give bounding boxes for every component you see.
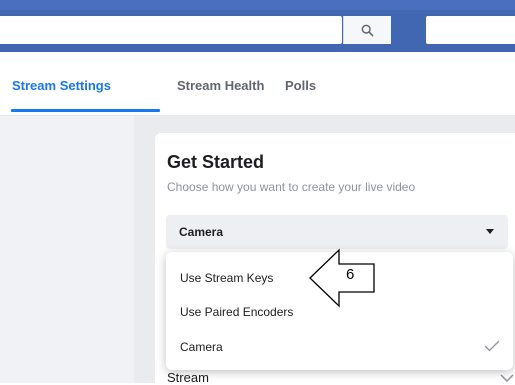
- chevron-down-icon[interactable]: [500, 374, 514, 383]
- menu-item-camera[interactable]: Camera: [166, 330, 513, 364]
- tab-stream-settings[interactable]: Stream Settings: [12, 78, 111, 93]
- active-tab-indicator: [11, 109, 160, 112]
- menu-item-label: Use Stream Keys: [180, 271, 274, 285]
- search-icon: [361, 24, 374, 36]
- video-source-select-value: Camera: [179, 225, 224, 239]
- search-button[interactable]: [343, 16, 391, 44]
- video-source-select[interactable]: Camera: [166, 215, 508, 249]
- tab-stream-health[interactable]: Stream Health: [177, 78, 264, 93]
- checkmark-icon: [484, 340, 500, 352]
- tab-bar: Stream Settings Stream Health Polls: [0, 52, 515, 116]
- caret-down-icon: [486, 229, 494, 234]
- card-title: Get Started: [167, 152, 265, 172]
- tab-polls[interactable]: Polls: [285, 78, 316, 93]
- menu-item-label: Use Paired Encoders: [180, 305, 294, 319]
- callout-step-number: 6: [346, 266, 355, 283]
- callout-arrow-icon: [309, 248, 375, 308]
- top-navigation-strip: [0, 0, 515, 10]
- left-panel: [0, 116, 134, 383]
- top-bar-field[interactable]: [426, 16, 515, 44]
- search-input[interactable]: [0, 16, 342, 44]
- menu-item-label: Camera: [180, 340, 223, 354]
- card-subtitle: Choose how you want to create your live …: [167, 180, 416, 194]
